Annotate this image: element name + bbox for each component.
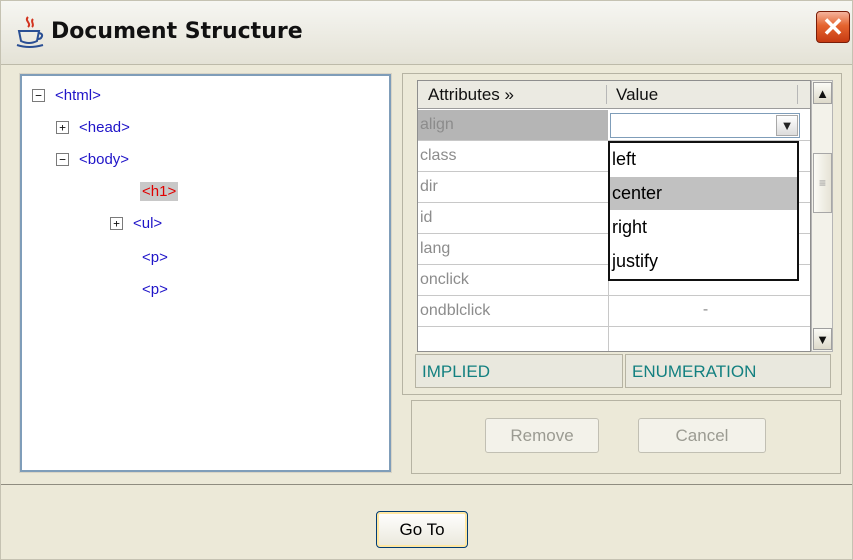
expand-icon[interactable]: +: [56, 120, 69, 134]
attribute-info-bar: IMPLIED ENUMERATION: [415, 354, 833, 388]
action-buttons-panel: Remove Cancel: [411, 400, 841, 474]
collapse-icon[interactable]: −: [32, 88, 45, 102]
chevron-down-icon: ▼: [816, 331, 829, 347]
option-justify[interactable]: justify: [610, 245, 797, 278]
document-tree[interactable]: − <html> + <head> − <body> <h1> + <ul> <…: [19, 73, 392, 473]
title-bar[interactable]: Document Structure ✕: [1, 1, 852, 65]
cell-divider: [608, 327, 609, 351]
column-divider: [606, 85, 607, 104]
tree-node-label: <ul>: [133, 214, 163, 232]
table-row[interactable]: ondblclick -: [418, 296, 810, 327]
cancel-button[interactable]: Cancel: [638, 418, 766, 453]
window-title: Document Structure: [51, 19, 303, 44]
close-button[interactable]: ✕: [816, 11, 850, 43]
java-cup-icon: [16, 16, 44, 48]
option-right[interactable]: right: [610, 211, 797, 244]
align-value-combobox[interactable]: ▼: [610, 113, 800, 138]
attributes-column-header[interactable]: Attributes »: [428, 85, 514, 105]
tree-node-h1[interactable]: <h1>: [140, 180, 179, 202]
table-row[interactable]: [418, 327, 810, 351]
scroll-thumb[interactable]: ≡: [813, 153, 832, 213]
vertical-scrollbar[interactable]: ▲ ≡ ▼: [811, 80, 833, 352]
tree-node-body[interactable]: − <body>: [56, 148, 129, 170]
chevron-up-icon: ▲: [816, 85, 829, 101]
attribute-name: ondblclick: [420, 302, 491, 319]
scroll-up-button[interactable]: ▲: [813, 82, 832, 104]
tree-node-head[interactable]: + <head>: [56, 116, 130, 138]
scroll-down-button[interactable]: ▼: [813, 328, 832, 350]
tree-node-html[interactable]: − <html>: [32, 84, 101, 106]
column-divider: [797, 85, 798, 104]
attribute-value[interactable]: -: [611, 301, 800, 319]
tree-node-label: <head>: [79, 118, 130, 136]
tree-node-p[interactable]: <p>: [142, 278, 168, 300]
table-row[interactable]: align ▼: [418, 110, 810, 141]
expand-icon[interactable]: +: [110, 216, 123, 230]
chevron-down-icon[interactable]: ▼: [776, 115, 798, 136]
tree-node-label: <h1>: [140, 181, 179, 201]
attribute-name: align: [418, 110, 608, 140]
collapse-icon[interactable]: −: [56, 152, 69, 166]
option-left[interactable]: left: [610, 143, 797, 176]
attribute-name: class: [420, 147, 457, 164]
grip-icon: ≡: [818, 176, 826, 190]
divider: [1, 484, 852, 485]
tree-node-label: <html>: [55, 86, 101, 104]
attribute-name: onclick: [420, 271, 469, 288]
attribute-name: id: [420, 209, 433, 226]
option-center[interactable]: center: [610, 177, 797, 210]
tree-node-label: <p>: [142, 280, 168, 298]
remove-button[interactable]: Remove: [485, 418, 599, 453]
cell-divider: [608, 296, 609, 327]
tree-node-label: <p>: [142, 248, 168, 266]
document-structure-window: Document Structure ✕ − <html> + <head> −…: [0, 0, 853, 560]
go-to-button[interactable]: Go To: [376, 511, 468, 548]
attribute-name: lang: [420, 240, 451, 257]
default-type-label: IMPLIED: [415, 354, 623, 388]
close-icon: ✕: [822, 12, 844, 42]
table-header: Attributes » Value: [418, 81, 810, 109]
tree-node-p[interactable]: <p>: [142, 246, 168, 268]
align-dropdown-list[interactable]: left center right justify: [608, 141, 799, 281]
value-type-label: ENUMERATION: [625, 354, 831, 388]
tree-node-ul[interactable]: + <ul>: [110, 212, 162, 234]
tree-node-label: <body>: [79, 150, 130, 168]
attribute-name: dir: [420, 178, 438, 195]
value-column-header[interactable]: Value: [616, 85, 658, 105]
